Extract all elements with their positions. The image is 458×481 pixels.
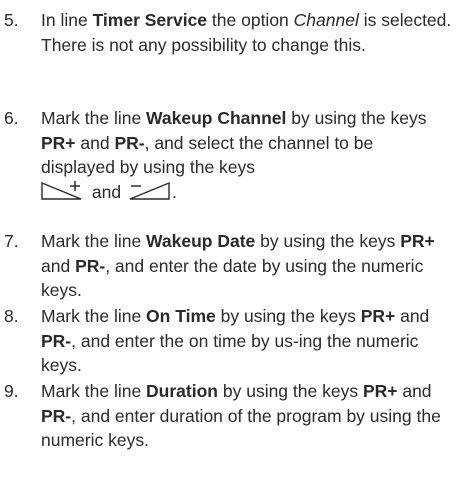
step-text: Mark the line Wakeup Date by using the k… (41, 229, 452, 303)
step-text: Mark the line Duration by using the keys… (41, 379, 452, 453)
step-text-run: by using the keys (218, 381, 363, 401)
step-number: 9. (4, 381, 19, 401)
key-name: PR+ (360, 306, 396, 326)
option-name: Channel (293, 10, 359, 30)
step-number: 7. (4, 231, 19, 251)
step-text-run: and (397, 381, 432, 401)
key-name: PR- (75, 255, 106, 276)
volume-up-icon (41, 180, 87, 201)
step-text-run: Mark the line (41, 231, 147, 251)
step-item: 8. Mark the line On Time by using the ke… (0, 304, 458, 378)
step-number: 6. (4, 108, 19, 128)
step-number: 8. (4, 306, 19, 326)
step-item: 9. Mark the line Duration by using the k… (0, 379, 458, 453)
step-text-run: and (41, 255, 76, 276)
step-text: Mark the line On Time by using the keys … (41, 304, 452, 378)
step-item: 7. Mark the line Wakeup Date by using th… (0, 229, 458, 303)
key-name: PR- (114, 132, 145, 153)
step-text: In line Timer Service the option Channel… (41, 8, 452, 57)
key-name: PR+ (41, 132, 76, 153)
step-text-run: Mark the line (41, 108, 147, 128)
key-name: PR+ (400, 231, 435, 251)
step-text-run: by using the keys (215, 306, 361, 326)
menu-line-name: Wakeup Channel (146, 108, 287, 128)
step-text-run: by using the keys (286, 108, 427, 128)
key-name: PR- (41, 405, 72, 426)
step-text-run: , and enter the on time by us-ing the nu… (41, 330, 419, 376)
step-text-run: Mark the line (41, 381, 147, 401)
step-text-run: by using the keys (255, 231, 401, 251)
step-item: 5. In line Timer Service the option Chan… (0, 8, 458, 57)
step-text-run: and (87, 181, 126, 202)
step-text-run: and (75, 132, 115, 153)
menu-line-name: Wakeup Date (146, 231, 256, 251)
key-name: PR- (41, 330, 72, 351)
step-number: 5. (4, 10, 19, 30)
volume-down-icon (126, 181, 172, 201)
step-text-run: In line (41, 10, 93, 30)
step-text-run: and (395, 306, 430, 326)
step-item: 6. Mark the line Wakeup Channel by using… (0, 106, 458, 204)
step-text: Mark the line Wakeup Channel by using th… (41, 106, 452, 204)
step-text-run: , and enter duration of the program by u… (41, 405, 441, 451)
step-text-run: the option (207, 10, 294, 30)
menu-line-name: Duration (146, 381, 218, 401)
step-text-run: Mark the line (41, 306, 147, 326)
menu-line-name: Timer Service (92, 10, 208, 30)
step-text-run: . (171, 181, 177, 202)
key-name: PR+ (362, 381, 398, 401)
menu-line-name: On Time (146, 306, 216, 326)
